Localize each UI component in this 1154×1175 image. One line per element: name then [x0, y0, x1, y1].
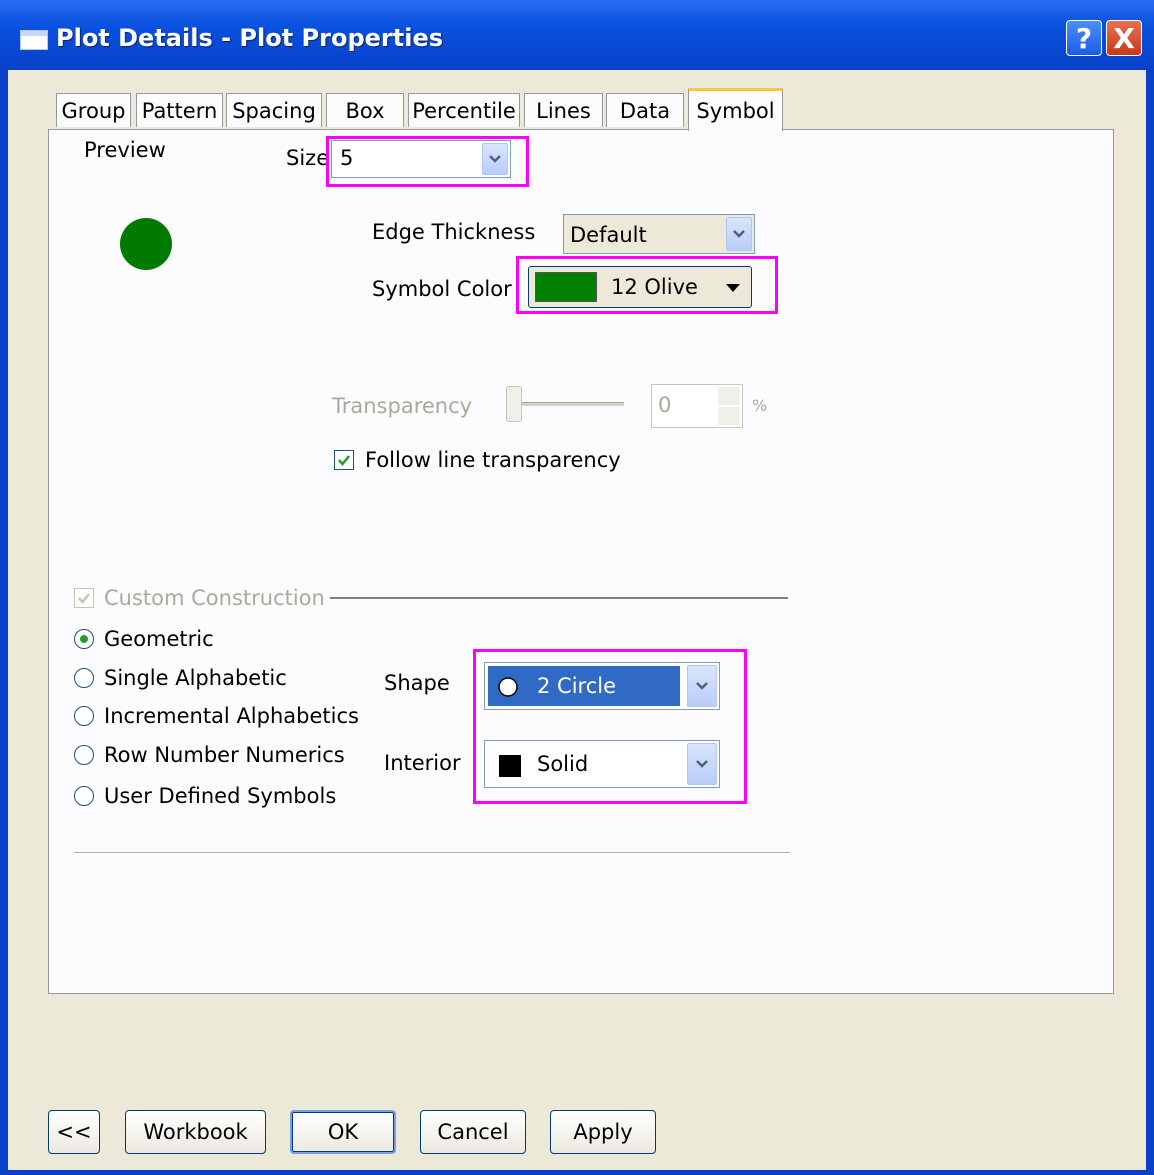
follow-line-transparency-checkbox[interactable]	[334, 450, 354, 470]
transparency-label: Transparency	[332, 394, 473, 418]
interior-dropdown-icon[interactable]	[687, 743, 717, 785]
radio-row-number-numerics[interactable]	[74, 745, 94, 765]
color-swatch	[535, 272, 597, 302]
transparency-slider-thumb[interactable]	[506, 386, 522, 422]
back-button[interactable]: <<	[48, 1110, 100, 1154]
edge-thickness-combo[interactable]: Default	[563, 214, 755, 254]
caret-down-icon	[726, 284, 740, 292]
preview-label: Preview	[84, 138, 166, 162]
tab-group[interactable]: Group	[56, 93, 131, 127]
edge-thickness-label: Edge Thickness	[372, 220, 536, 244]
tab-percentile[interactable]: Percentile	[408, 93, 520, 127]
symbol-preview-circle	[120, 218, 172, 270]
transparency-unit: %	[752, 396, 768, 415]
window-icon	[20, 30, 48, 50]
radio-single-alphabetic[interactable]	[74, 668, 94, 688]
apply-button[interactable]: Apply	[550, 1110, 656, 1154]
tab-box[interactable]: Box	[326, 93, 404, 127]
radio-user-defined-symbols-label: User Defined Symbols	[104, 784, 337, 808]
symbol-color-label: Symbol Color	[372, 277, 512, 301]
spin-up-icon[interactable]	[718, 387, 740, 405]
tab-pattern[interactable]: Pattern	[136, 93, 223, 127]
window-title: Plot Details - Plot Properties	[56, 24, 444, 52]
radio-incremental-alphabetics[interactable]	[74, 706, 94, 726]
solid-interior-icon	[499, 755, 521, 777]
cancel-button[interactable]: Cancel	[420, 1110, 526, 1154]
radio-single-alphabetic-label: Single Alphabetic	[104, 666, 287, 690]
construction-separator	[330, 597, 788, 600]
radio-row-number-numerics-label: Row Number Numerics	[104, 743, 345, 767]
symbol-color-value: 12 Olive	[611, 275, 698, 299]
tab-symbol[interactable]: Symbol	[688, 88, 783, 131]
shape-dropdown-icon[interactable]	[687, 665, 717, 707]
ok-button[interactable]: OK	[290, 1110, 396, 1154]
help-button[interactable]: ?	[1066, 20, 1102, 56]
size-label: Size	[286, 146, 330, 170]
shape-combo[interactable]: 2 Circle	[484, 662, 720, 710]
tab-lines[interactable]: Lines	[524, 93, 603, 127]
checkmark-icon	[78, 593, 90, 604]
transparency-value: 0	[658, 393, 672, 417]
shape-label: Shape	[384, 671, 450, 695]
radio-user-defined-symbols[interactable]	[74, 786, 94, 806]
spin-down-icon[interactable]	[718, 407, 740, 425]
custom-construction-checkbox[interactable]	[74, 588, 94, 608]
bottom-separator	[74, 852, 790, 854]
title-bar[interactable]: Plot Details - Plot Properties ? X	[0, 0, 1154, 70]
workbook-button[interactable]: Workbook	[125, 1110, 266, 1154]
interior-value: Solid	[537, 752, 589, 776]
radio-incremental-alphabetics-label: Incremental Alphabetics	[104, 704, 359, 728]
symbol-color-combo[interactable]: 12 Olive	[528, 266, 752, 308]
interior-combo[interactable]: Solid	[484, 740, 720, 788]
circle-shape-icon	[498, 677, 518, 697]
radio-geometric[interactable]	[74, 629, 94, 649]
follow-line-transparency-label: Follow line transparency	[365, 448, 621, 472]
edge-thickness-value: Default	[570, 223, 647, 247]
transparency-spin-box[interactable]: 0	[651, 384, 743, 428]
checkmark-icon	[338, 455, 350, 466]
shape-value: 2 Circle	[537, 674, 617, 698]
custom-construction-label: Custom Construction	[104, 586, 325, 610]
size-combo[interactable]: 5	[331, 140, 511, 178]
size-dropdown-icon[interactable]	[482, 143, 508, 175]
close-button[interactable]: X	[1106, 20, 1142, 56]
tab-spacing[interactable]: Spacing	[226, 93, 322, 127]
transparency-slider-track[interactable]	[506, 402, 624, 406]
interior-label: Interior	[384, 751, 461, 775]
size-value: 5	[340, 146, 354, 170]
radio-geometric-label: Geometric	[104, 627, 214, 651]
tab-data[interactable]: Data	[606, 93, 684, 127]
edge-thickness-dropdown-icon[interactable]	[726, 217, 752, 251]
